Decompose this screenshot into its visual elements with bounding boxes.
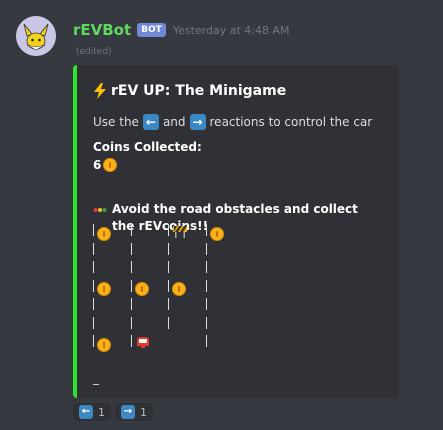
lane-divider bbox=[131, 316, 132, 329]
bot-avatar[interactable] bbox=[16, 16, 56, 56]
message-timestamp: Yesterday at 4:48 AM bbox=[172, 23, 290, 37]
lane-divider bbox=[206, 242, 207, 255]
lane-divider bbox=[93, 242, 94, 255]
lane-divider bbox=[93, 261, 94, 273]
arrow-right-icon: → bbox=[189, 114, 206, 130]
arrow-left-icon: ← bbox=[79, 405, 93, 419]
coins-value: 6 bbox=[93, 158, 102, 172]
lane-divider bbox=[206, 224, 207, 236]
embed-title: rEV UP: The Minigame bbox=[93, 83, 286, 99]
lane-divider bbox=[168, 224, 169, 236]
description-post: reactions to control the car bbox=[209, 115, 373, 129]
coin-icon bbox=[97, 279, 111, 298]
username[interactable]: rEVBot bbox=[73, 21, 131, 39]
bot-badge: BOT bbox=[137, 23, 166, 37]
lane-divider bbox=[93, 316, 94, 329]
game-embed: rEV UP: The Minigame Use the ← and → rea… bbox=[73, 65, 399, 398]
lane-divider bbox=[131, 335, 132, 347]
lane-divider bbox=[206, 261, 207, 273]
instructions-text: Avoid the road obstacles and collect the… bbox=[112, 202, 358, 233]
lane-divider bbox=[168, 261, 169, 273]
lane-divider bbox=[131, 298, 132, 310]
description-mid: and bbox=[162, 115, 186, 129]
lane-divider bbox=[206, 316, 207, 329]
car-icon bbox=[135, 334, 151, 354]
arrow-right-icon: → bbox=[121, 405, 135, 419]
lane-divider bbox=[206, 279, 207, 292]
lane-divider bbox=[168, 279, 169, 292]
embed-title-text: rEV UP: The Minigame bbox=[111, 83, 287, 99]
lane-divider bbox=[168, 242, 169, 255]
lane-divider bbox=[93, 298, 94, 310]
reaction-arrow-left[interactable]: ← 1 bbox=[73, 403, 111, 421]
coins-label: Coins Collected: bbox=[93, 140, 202, 154]
coin-icon bbox=[210, 223, 224, 242]
reaction-arrow-right[interactable]: → 1 bbox=[115, 403, 153, 421]
coin-icon bbox=[103, 158, 118, 172]
reactions-bar: ← 1 → 1 bbox=[73, 403, 153, 421]
lane-divider bbox=[168, 298, 169, 310]
lightning-icon bbox=[94, 83, 106, 99]
coin-icon bbox=[97, 223, 111, 242]
lane-divider bbox=[206, 335, 207, 347]
coin-icon bbox=[97, 334, 111, 353]
lane-divider bbox=[168, 316, 169, 329]
lane-divider bbox=[131, 242, 132, 255]
reaction-count: 1 bbox=[98, 405, 105, 419]
lane-divider bbox=[131, 261, 132, 273]
message-header: rEVBot BOT Yesterday at 4:48 AM bbox=[73, 20, 290, 40]
coin-icon bbox=[135, 279, 149, 298]
reaction-count: 1 bbox=[140, 405, 147, 419]
lane-divider bbox=[131, 224, 132, 236]
edited-label: (edited) bbox=[76, 47, 112, 57]
jolteon-avatar-icon bbox=[16, 16, 56, 56]
lane-divider bbox=[206, 298, 207, 310]
coins-value-row: 6 bbox=[93, 158, 118, 172]
coin-icon bbox=[172, 279, 186, 298]
traffic-light-icon bbox=[93, 207, 107, 212]
instructions-row: Avoid the road obstacles and collect the… bbox=[93, 184, 382, 235]
construction-barrier-icon bbox=[172, 223, 188, 242]
embed-description: Use the ← and → reactions to control the… bbox=[93, 114, 372, 130]
footer-mark: _ bbox=[93, 371, 99, 385]
description-pre: Use the bbox=[93, 115, 139, 129]
arrow-left-icon: ← bbox=[142, 114, 159, 130]
lane-divider bbox=[93, 224, 94, 236]
lane-divider bbox=[131, 279, 132, 292]
lane-divider bbox=[93, 335, 94, 347]
lane-divider bbox=[93, 279, 94, 292]
